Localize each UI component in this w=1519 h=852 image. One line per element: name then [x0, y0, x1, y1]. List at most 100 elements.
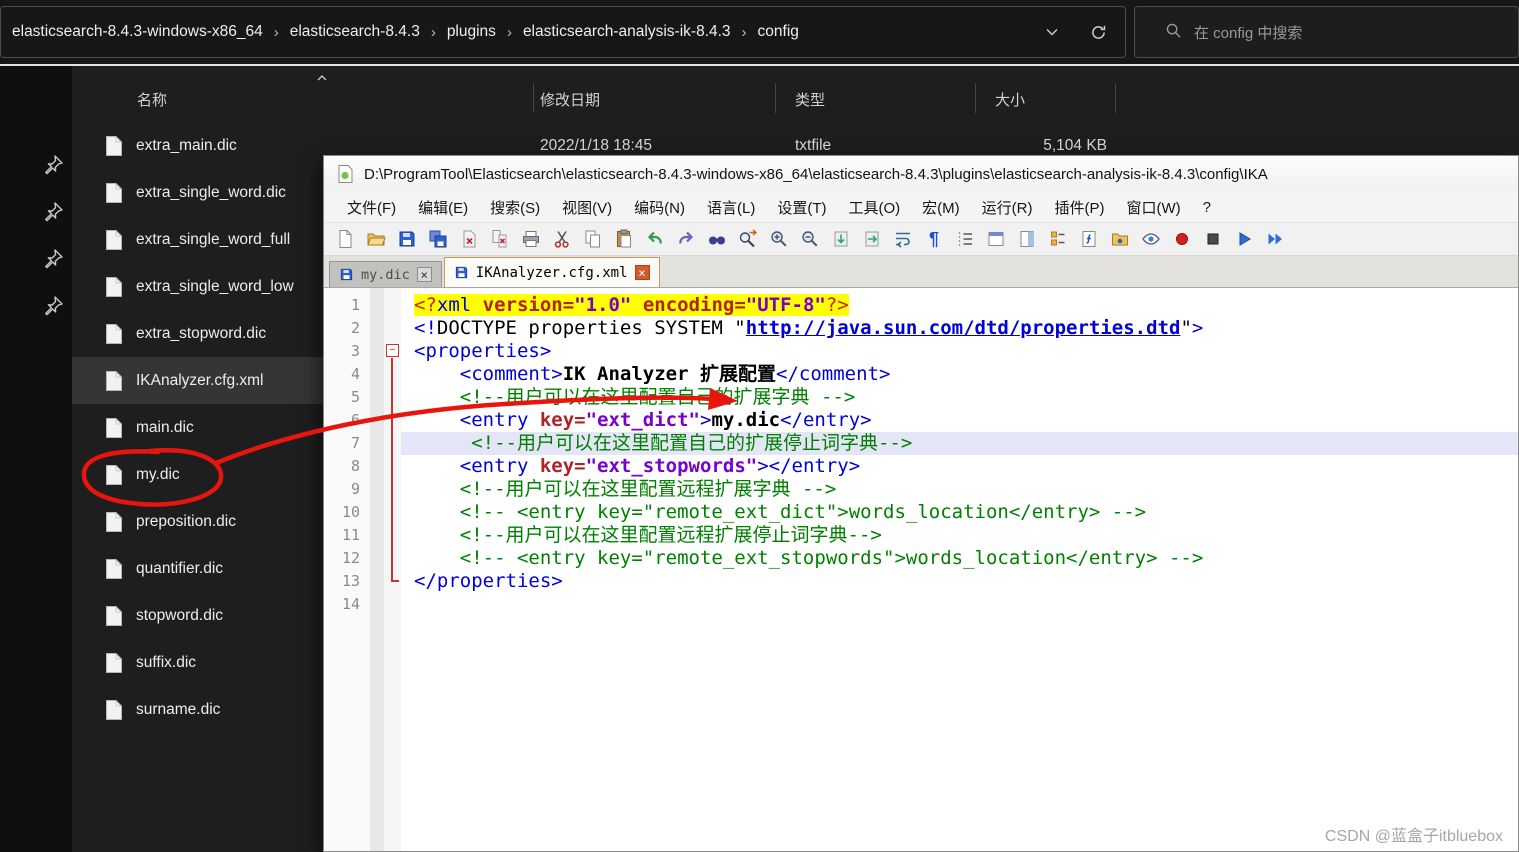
breadcrumb-item[interactable]: elasticsearch-analysis-ik-8.4.3: [514, 17, 740, 47]
menu-item[interactable]: 工具(O): [837, 193, 911, 222]
column-divider[interactable]: [975, 83, 976, 113]
run-macro-multiple-icon[interactable]: [1264, 228, 1286, 250]
notepad-title-bar[interactable]: D:\ProgramTool\Elasticsearch\elasticsear…: [324, 156, 1518, 192]
line-number[interactable]: 14: [324, 593, 360, 616]
line-number[interactable]: 8: [324, 455, 360, 478]
address-bar[interactable]: elasticsearch-8.4.3-windows-x86_64 elast…: [0, 6, 1126, 58]
word-wrap-icon[interactable]: [892, 228, 914, 250]
code-line[interactable]: <entry key="ext_dict">my.dic</entry>: [401, 409, 1518, 432]
bookmark-margin[interactable]: [370, 288, 384, 851]
breadcrumb-item[interactable]: elasticsearch-8.4.3-windows-x86_64: [3, 17, 272, 47]
cut-icon[interactable]: [551, 228, 573, 250]
line-number[interactable]: 4: [324, 363, 360, 386]
user-dialog-icon[interactable]: [985, 228, 1007, 250]
code-line[interactable]: <!-- <entry key="remote_ext_dict">words_…: [401, 501, 1518, 524]
code-line[interactable]: <!--用户可以在这里配置远程扩展停止词字典-->: [401, 524, 1518, 547]
menu-item[interactable]: 语言(L): [696, 193, 766, 222]
sync-scroll-h-icon[interactable]: [861, 228, 883, 250]
pin-icon[interactable]: [42, 248, 64, 270]
code-line[interactable]: <!--用户可以在这里配置自己的扩展停止词字典-->: [401, 432, 1518, 455]
print-icon[interactable]: [520, 228, 542, 250]
menu-item[interactable]: 编码(N): [623, 193, 696, 222]
line-number[interactable]: 12: [324, 547, 360, 570]
pin-icon[interactable]: [42, 295, 64, 317]
refresh-icon[interactable]: [1090, 24, 1107, 41]
column-header-date[interactable]: 修改日期: [540, 89, 600, 110]
menu-item[interactable]: 宏(M): [911, 193, 971, 222]
zoom-in-icon[interactable]: [768, 228, 790, 250]
code-area[interactable]: <?xml version="1.0" encoding="UTF-8"?> <!…: [401, 288, 1518, 851]
code-line[interactable]: <?xml version="1.0" encoding="UTF-8"?>: [401, 294, 1518, 317]
editor-tab[interactable]: IKAnalyzer.cfg.xml: [443, 257, 660, 287]
line-number[interactable]: 2: [324, 317, 360, 340]
line-number[interactable]: 9: [324, 478, 360, 501]
line-number[interactable]: 7: [324, 432, 360, 455]
menu-item[interactable]: 编辑(E): [407, 193, 479, 222]
show-all-chars-icon[interactable]: ¶: [923, 228, 945, 250]
code-line[interactable]: <!--用户可以在这里配置自己的扩展字典 -->: [401, 386, 1518, 409]
editor-tab[interactable]: my.dic: [329, 261, 442, 287]
column-divider[interactable]: [1115, 83, 1116, 113]
fold-collapse-marker[interactable]: −: [384, 340, 401, 363]
column-header-name[interactable]: 名称: [137, 89, 167, 110]
search-box[interactable]: 在 config 中搜索: [1134, 6, 1519, 58]
function-list-icon[interactable]: [1078, 228, 1100, 250]
monitoring-icon[interactable]: [1140, 228, 1162, 250]
menu-item[interactable]: 运行(R): [971, 193, 1044, 222]
code-line[interactable]: [401, 593, 1518, 616]
column-divider[interactable]: [775, 83, 776, 113]
find-icon[interactable]: [706, 228, 728, 250]
replace-icon[interactable]: [737, 228, 759, 250]
fold-margin[interactable]: −: [384, 288, 401, 851]
menu-item[interactable]: 搜索(S): [479, 193, 551, 222]
tab-close-icon[interactable]: [416, 267, 432, 282]
line-number[interactable]: 3: [324, 340, 360, 363]
menu-item[interactable]: 视图(V): [551, 193, 623, 222]
doc-map-icon[interactable]: [1016, 228, 1038, 250]
close-all-icon[interactable]: [489, 228, 511, 250]
menu-item[interactable]: ?: [1192, 195, 1222, 220]
code-line[interactable]: <!--用户可以在这里配置远程扩展字典 -->: [401, 478, 1518, 501]
line-number[interactable]: 11: [324, 524, 360, 547]
editor[interactable]: 1 2 3 4 5 6 7 8 9 10 11 12 13 14 − <?xml version="1.0…: [324, 288, 1518, 851]
close-icon[interactable]: [458, 228, 480, 250]
open-folder-icon[interactable]: [365, 228, 387, 250]
breadcrumb-item[interactable]: elasticsearch-8.4.3: [281, 17, 429, 47]
sort-ascending-icon[interactable]: [314, 70, 330, 90]
new-file-icon[interactable]: [334, 228, 356, 250]
breadcrumb-item[interactable]: config: [749, 17, 808, 47]
menu-item[interactable]: 设置(T): [766, 193, 837, 222]
save-all-icon[interactable]: [427, 228, 449, 250]
playback-macro-icon[interactable]: [1233, 228, 1255, 250]
zoom-out-icon[interactable]: [799, 228, 821, 250]
tab-close-icon[interactable]: [634, 265, 650, 280]
record-macro-icon[interactable]: [1171, 228, 1193, 250]
breadcrumb-item[interactable]: plugins: [438, 17, 505, 47]
save-icon[interactable]: [396, 228, 418, 250]
sync-scroll-v-icon[interactable]: [830, 228, 852, 250]
redo-icon[interactable]: [675, 228, 697, 250]
pin-icon[interactable]: [42, 154, 64, 176]
code-line[interactable]: </properties>: [401, 570, 1518, 593]
indent-guide-icon[interactable]: [954, 228, 976, 250]
copy-icon[interactable]: [582, 228, 604, 250]
code-line[interactable]: <comment>IK Analyzer 扩展配置</comment>: [401, 363, 1518, 386]
line-number[interactable]: 13: [324, 570, 360, 593]
column-header-size[interactable]: 大小: [995, 89, 1025, 110]
line-number[interactable]: 5: [324, 386, 360, 409]
code-line[interactable]: <!DOCTYPE properties SYSTEM "http://java…: [401, 317, 1518, 340]
code-line[interactable]: <entry key="ext_stopwords"></entry>: [401, 455, 1518, 478]
menu-item[interactable]: 插件(P): [1043, 193, 1115, 222]
line-number[interactable]: 1: [324, 294, 360, 317]
code-line[interactable]: <!-- <entry key="remote_ext_stopwords">w…: [401, 547, 1518, 570]
column-divider[interactable]: [533, 83, 534, 113]
line-number[interactable]: 6: [324, 409, 360, 432]
paste-icon[interactable]: [613, 228, 635, 250]
code-line[interactable]: <properties>: [401, 340, 1518, 363]
menu-item[interactable]: 文件(F): [336, 193, 407, 222]
line-number[interactable]: 10: [324, 501, 360, 524]
folder-workspace-icon[interactable]: [1109, 228, 1131, 250]
stop-macro-icon[interactable]: [1202, 228, 1224, 250]
column-header-type[interactable]: 类型: [795, 89, 825, 110]
address-dropdown-icon[interactable]: [1044, 24, 1060, 40]
